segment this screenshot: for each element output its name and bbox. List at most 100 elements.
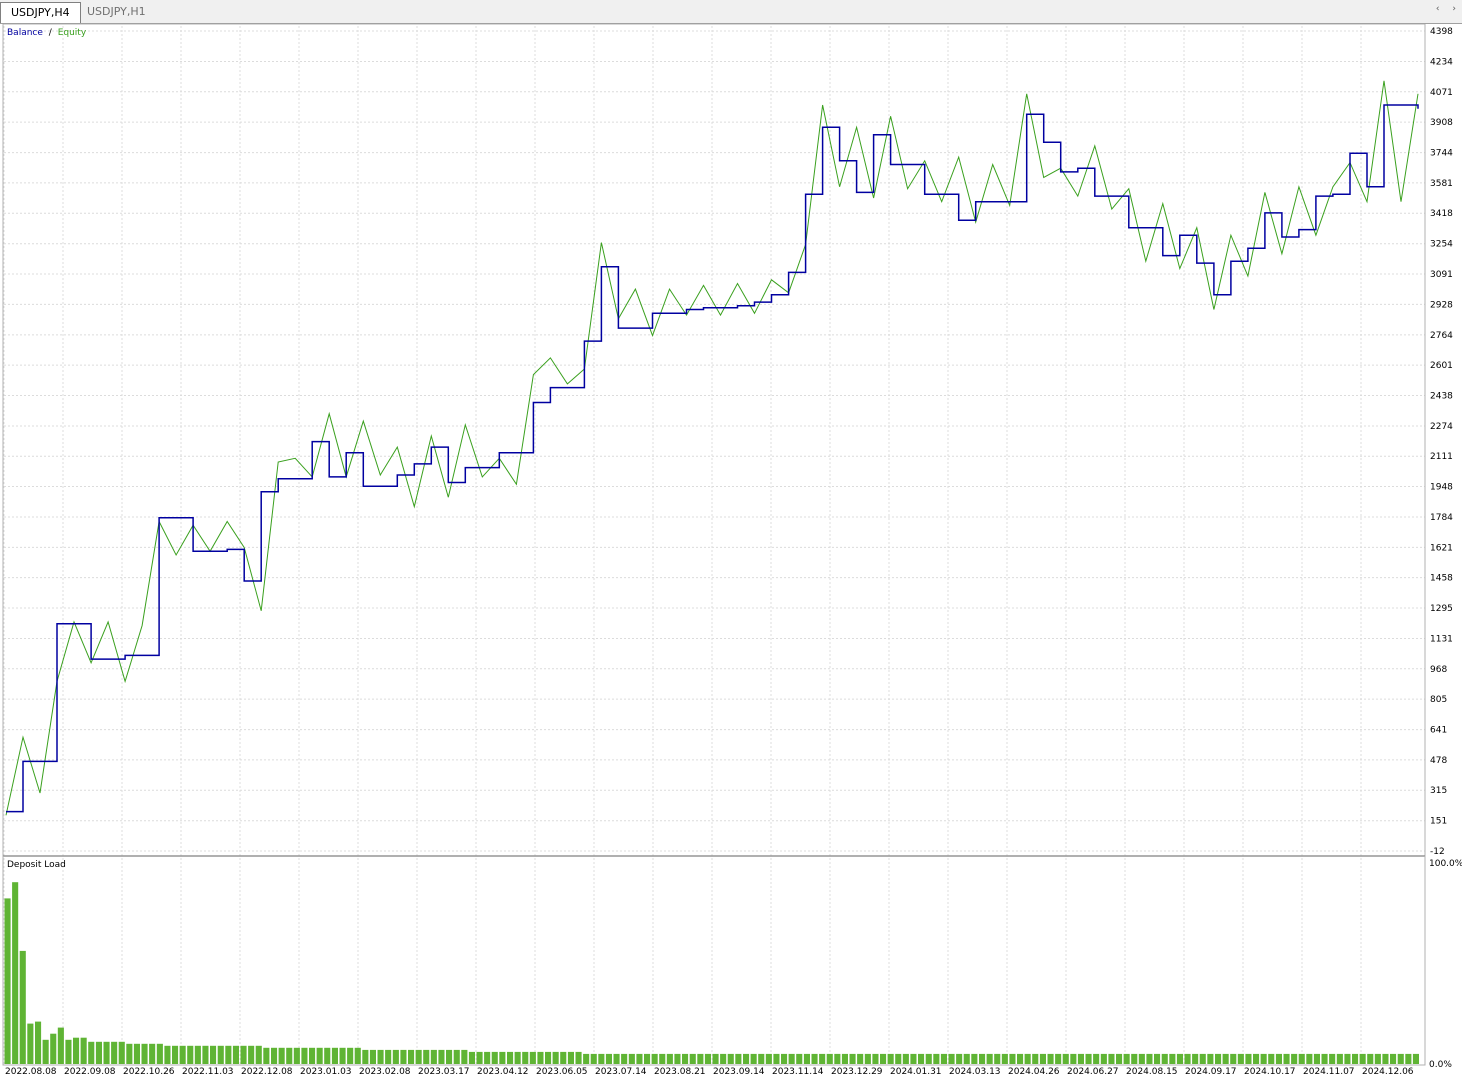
deposit-load-bar: [149, 1043, 156, 1064]
deposit-load-bar: [324, 1047, 331, 1064]
deposit-load-bar: [583, 1053, 590, 1064]
y-tick-label: 478: [1430, 756, 1447, 766]
chart-tab-bar: USDJPY,H4 USDJPY,H1 ‹ ›: [0, 0, 1462, 24]
deposit-load-bar: [704, 1053, 711, 1064]
y-tick-label: 1621: [1430, 543, 1453, 553]
deposit-load-bar: [164, 1045, 171, 1064]
deposit-load-bar: [271, 1047, 278, 1064]
y-tick-label: -12: [1430, 847, 1445, 857]
deposit-load-bar: [225, 1045, 232, 1064]
deposit-load-bar: [339, 1047, 346, 1064]
deposit-load-bar: [1207, 1053, 1214, 1064]
deposit-load-bar: [1062, 1053, 1069, 1064]
deposit-load-bar: [468, 1051, 475, 1064]
deposit-load-bar: [605, 1053, 612, 1064]
deposit-load-bar: [141, 1043, 148, 1064]
deposit-load-bar: [400, 1049, 407, 1064]
x-tick-label: 2023.12.29: [831, 1067, 883, 1077]
deposit-load-bar: [1024, 1053, 1031, 1064]
y-tick-label: 151: [1430, 817, 1447, 827]
x-tick-label: 2024.11.07: [1303, 1067, 1355, 1077]
deposit-load-bar: [415, 1049, 422, 1064]
deposit-load-bar: [750, 1053, 757, 1064]
y-tick-label: 641: [1430, 726, 1447, 736]
y-tick-label: 4234: [1430, 57, 1453, 67]
x-tick-label: 2022.08.08: [5, 1067, 57, 1077]
y-tick-label: 4071: [1430, 88, 1453, 98]
deposit-load-bar: [697, 1053, 704, 1064]
deposit-load-bar: [971, 1053, 978, 1064]
y-tick-label: 2438: [1430, 391, 1453, 401]
y-tick-label: 4398: [1430, 27, 1453, 37]
deposit-load-bar: [1222, 1053, 1229, 1064]
x-tick-label: 2023.09.14: [713, 1067, 765, 1077]
deposit-load-bar: [19, 950, 26, 1064]
x-tick-label: 2022.11.03: [182, 1067, 234, 1077]
deposit-pane-frame: [2, 855, 1426, 1066]
deposit-load-bar: [172, 1045, 179, 1064]
deposit-load-bar: [948, 1053, 955, 1064]
x-tick-label: 2024.03.13: [949, 1067, 1001, 1077]
deposit-load-bar: [103, 1041, 110, 1064]
deposit-load-bar: [765, 1053, 772, 1064]
legend: Balance / Equity: [7, 28, 87, 38]
deposit-load-bar: [674, 1053, 681, 1064]
deposit-load-bar: [507, 1051, 514, 1064]
deposit-load-bar: [1352, 1053, 1359, 1064]
deposit-load-bar: [902, 1053, 909, 1064]
deposit-load-bar: [35, 1021, 42, 1064]
y-tick-label: 2601: [1430, 361, 1453, 371]
deposit-load-bar: [65, 1039, 72, 1064]
deposit-load-bar: [712, 1053, 719, 1064]
deposit-load-bar: [598, 1053, 605, 1064]
chart-svg: 4398 4234 4071 3908 3744 3581 3418 3254 3091 2928…: [2, 24, 1462, 1077]
deposit-load-bar: [1390, 1053, 1397, 1064]
deposit-load-bar: [689, 1053, 696, 1064]
y-tick-label: 3091: [1430, 270, 1453, 280]
deposit-load-bar: [1268, 1053, 1275, 1064]
deposit-load-bar: [803, 1053, 810, 1064]
deposit-load-bar: [1215, 1053, 1222, 1064]
x-tick-label: 2024.06.27: [1067, 1067, 1119, 1077]
x-tick-label: 2023.11.14: [772, 1067, 824, 1077]
deposit-load-bar: [1047, 1053, 1054, 1064]
x-tick-label: 2023.04.12: [477, 1067, 529, 1077]
x-tick-label: 2023.02.08: [359, 1067, 411, 1077]
tab-usdjpy-h1[interactable]: USDJPY,H1: [77, 2, 156, 22]
y-tick-label: 3418: [1430, 209, 1453, 219]
deposit-load-bar: [293, 1047, 300, 1064]
y-tick-label: 3744: [1430, 149, 1453, 159]
deposit-load-bar: [1009, 1053, 1016, 1064]
deposit-load-bar: [1146, 1053, 1153, 1064]
deposit-load-bar: [187, 1045, 194, 1064]
deposit-load-bar: [727, 1053, 734, 1064]
deposit-load-bar: [1131, 1053, 1138, 1064]
deposit-load-bar: [316, 1047, 323, 1064]
deposit-load-bar: [88, 1041, 95, 1064]
deposit-load-bar: [80, 1037, 87, 1064]
deposit-load-bar: [461, 1049, 468, 1064]
deposit-load-bar: [1070, 1053, 1077, 1064]
x-tick-label: 2024.12.06: [1362, 1067, 1414, 1077]
deposit-load-bar: [202, 1045, 209, 1064]
x-tick-label: 2023.03.17: [418, 1067, 470, 1077]
legend-separator: /: [49, 28, 53, 38]
tab-usdjpy-h4[interactable]: USDJPY,H4: [0, 2, 81, 23]
deposit-load-bar: [819, 1053, 826, 1064]
deposit-load-bar: [552, 1051, 559, 1064]
deposit-load-bar: [880, 1053, 887, 1064]
x-tick-label: 2023.07.14: [595, 1067, 647, 1077]
deposit-load-bar: [1321, 1053, 1328, 1064]
deposit-load-bar: [385, 1049, 392, 1064]
scroll-left-icon[interactable]: ‹: [1436, 4, 1440, 14]
deposit-load-bar: [453, 1049, 460, 1064]
deposit-load-bar: [1291, 1053, 1298, 1064]
y-tick-label: 315: [1430, 786, 1447, 796]
deposit-load-bar: [1237, 1053, 1244, 1064]
deposit-load-bar: [430, 1049, 437, 1064]
y-tick-label: 3908: [1430, 118, 1453, 128]
deposit-load-bar: [369, 1049, 376, 1064]
scroll-right-icon[interactable]: ›: [1452, 4, 1456, 14]
deposit-load-bar: [438, 1049, 445, 1064]
x-tick-label: 2023.01.03: [300, 1067, 352, 1077]
